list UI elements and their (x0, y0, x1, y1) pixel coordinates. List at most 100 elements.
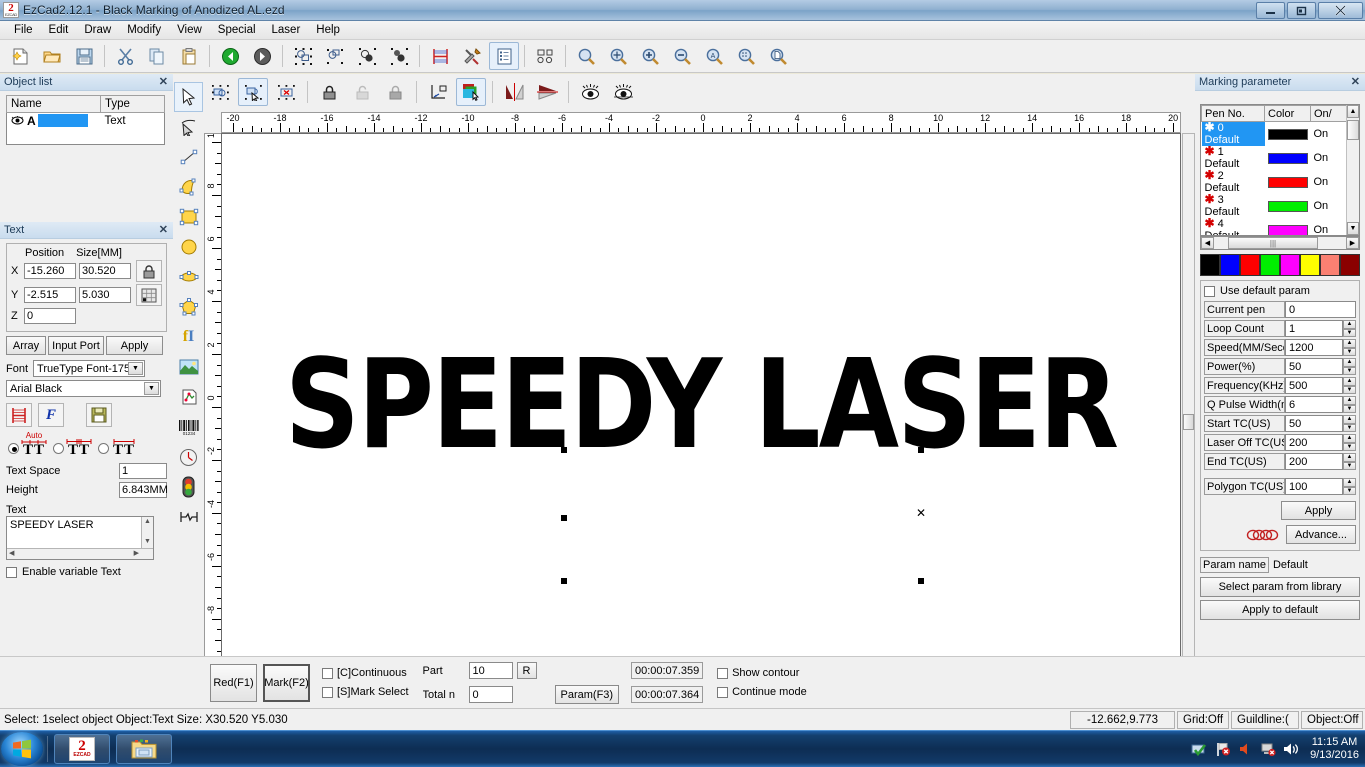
save-disk-icon[interactable] (86, 403, 112, 427)
current-pen-input[interactable]: 0 (1285, 301, 1356, 318)
palette-swatch-7[interactable] (1340, 254, 1360, 276)
zoom-icon[interactable] (571, 42, 601, 70)
menu-special[interactable]: Special (210, 22, 264, 38)
pen-color-swatch[interactable] (1267, 176, 1308, 188)
copy-icon[interactable] (142, 42, 172, 70)
polygon-icon[interactable] (174, 292, 203, 322)
power-input[interactable]: 50 (1285, 358, 1343, 375)
menu-laser[interactable]: Laser (264, 22, 309, 38)
show-contour-checkbox[interactable] (717, 667, 729, 679)
table-row[interactable]: ✱ 1 Default On (1202, 145, 1359, 170)
palette-swatch-3[interactable] (1260, 254, 1280, 276)
menu-file[interactable]: File (6, 22, 41, 38)
close-icon[interactable]: ✕ (159, 223, 168, 236)
group-icon[interactable] (288, 42, 318, 70)
reset-part-button[interactable]: R (516, 662, 537, 679)
layers-icon[interactable] (456, 78, 486, 106)
position-x-input[interactable]: -15.260 (24, 263, 76, 279)
unlock-icon[interactable] (347, 78, 377, 106)
preview-icon[interactable] (575, 78, 605, 106)
mirror-horizontal-icon[interactable] (532, 78, 562, 106)
network-icon[interactable] (1216, 742, 1231, 757)
anchor-grid-icon[interactable] (136, 284, 162, 306)
apply-to-default-button[interactable]: Apply to default (1200, 600, 1360, 620)
input-port-button[interactable]: Input Port (48, 336, 104, 355)
scroll-left-icon[interactable]: ◀ (1201, 237, 1214, 249)
scroll-down-icon[interactable]: ▼ (1347, 222, 1359, 235)
palette-swatch-0[interactable] (1200, 254, 1220, 276)
text-content-textarea[interactable]: SPEEDY LASER ▲ ▼ ◀ ▶ (6, 516, 154, 560)
q-pulse-width-input[interactable]: 6 (1285, 396, 1343, 413)
scroll-up-icon[interactable]: ▲ (142, 517, 153, 527)
vscroll-thumb[interactable] (1347, 120, 1359, 140)
barcode-icon[interactable]: 01234 (174, 412, 203, 442)
position-y-input[interactable]: -2.515 (24, 287, 76, 303)
preview-all-icon[interactable] (608, 78, 638, 106)
enable-variable-text-checkbox[interactable] (6, 566, 17, 578)
deselect-icon[interactable] (271, 78, 301, 106)
loop-count-input[interactable]: 1 (1285, 320, 1343, 337)
undo-arrow-icon[interactable] (215, 42, 245, 70)
zoom-in-icon[interactable] (635, 42, 665, 70)
start-tc-input[interactable]: 50 (1285, 415, 1343, 432)
vector-file-icon[interactable] (174, 382, 203, 412)
object-status[interactable]: Object:Off (1301, 710, 1363, 729)
spinner[interactable]: ▲ ▼ (1343, 358, 1356, 375)
palette-swatch-4[interactable] (1280, 254, 1300, 276)
table-row[interactable]: ✱ 0 Default On (1201, 121, 1359, 146)
mirror-vertical-icon[interactable] (499, 78, 529, 106)
pen-color-swatch[interactable] (1267, 200, 1308, 212)
param-name-value[interactable]: Default (1269, 559, 1308, 571)
use-default-param-checkbox[interactable] (1204, 285, 1215, 297)
line-icon[interactable] (174, 142, 203, 172)
pen-table-vscrollbar[interactable]: ▲ ▼ (1346, 105, 1359, 235)
pen-table-hscrollbar[interactable]: ◀ ||| ▶ (1200, 236, 1360, 250)
tools-icon[interactable] (457, 42, 487, 70)
spacing-mode-2-glyph[interactable]: TT (66, 439, 92, 458)
chevron-down-icon[interactable]: ▼ (128, 362, 144, 375)
taskbar-item-ezcad[interactable]: 2 EZCAD (54, 734, 110, 764)
palette-swatch-1[interactable] (1220, 254, 1240, 276)
curve-icon[interactable] (174, 172, 203, 202)
apply-button[interactable]: Apply (106, 336, 163, 355)
continuous-checkbox[interactable] (322, 667, 333, 679)
save-disk-icon[interactable] (69, 42, 99, 70)
select-arrow-icon[interactable] (174, 82, 203, 112)
spacing-mode-2-radio[interactable] (53, 443, 64, 454)
palette-swatch-6[interactable] (1320, 254, 1340, 276)
total-count-input[interactable]: 0 (468, 686, 513, 703)
taskbar-item-explorer[interactable] (116, 734, 172, 764)
menu-view[interactable]: View (169, 22, 210, 38)
selection-handle[interactable] (561, 447, 567, 453)
open-folder-icon[interactable] (37, 42, 67, 70)
ungroup-icon[interactable] (320, 42, 350, 70)
spinner[interactable]: ▲ ▼ (1343, 478, 1356, 495)
speed-input[interactable]: 1200 (1285, 339, 1343, 356)
table-row[interactable]: ✱ 2 Default On (1202, 169, 1359, 194)
textarea-hscrollbar[interactable]: ◀ ▶ (7, 548, 153, 559)
palette-swatch-2[interactable] (1240, 254, 1260, 276)
scroll-up-icon[interactable]: ▲ (1347, 105, 1359, 118)
scroll-down-icon[interactable]: ▼ (142, 537, 153, 547)
text-space-input[interactable]: 1 (119, 463, 167, 479)
zoom-all-icon[interactable]: A (699, 42, 729, 70)
menu-help[interactable]: Help (308, 22, 348, 38)
zoom-selection-icon[interactable] (731, 42, 761, 70)
work-page[interactable]: SPEEDY LASER ✕ (222, 134, 1180, 693)
spacing-mode-3-glyph[interactable]: TT (111, 439, 137, 458)
table-row[interactable]: ✱ 4 Default On (1202, 217, 1359, 235)
end-tc-input[interactable]: 200 (1285, 453, 1343, 470)
laser-off-tc-input[interactable]: 200 (1285, 434, 1343, 451)
marking-text-object[interactable]: SPEEDY LASER (285, 343, 1119, 466)
vscroll-thumb[interactable] (1183, 414, 1194, 430)
spacing-mode-auto-radio[interactable] (8, 443, 19, 454)
font-name-select[interactable]: Arial Black ▼ (6, 380, 161, 397)
size-y-input[interactable]: 5.030 (79, 287, 131, 303)
size-x-input[interactable]: 30.520 (79, 263, 131, 279)
eject-icon[interactable] (1261, 742, 1276, 757)
spinner[interactable]: ▲ ▼ (1343, 377, 1356, 394)
hscroll-thumb[interactable]: ||| (1228, 237, 1318, 249)
pen-color-swatch[interactable] (1267, 152, 1308, 164)
mark-button[interactable]: Mark(F2) (263, 663, 310, 702)
spacing-auto-glyph[interactable]: Auto TT (21, 432, 47, 458)
